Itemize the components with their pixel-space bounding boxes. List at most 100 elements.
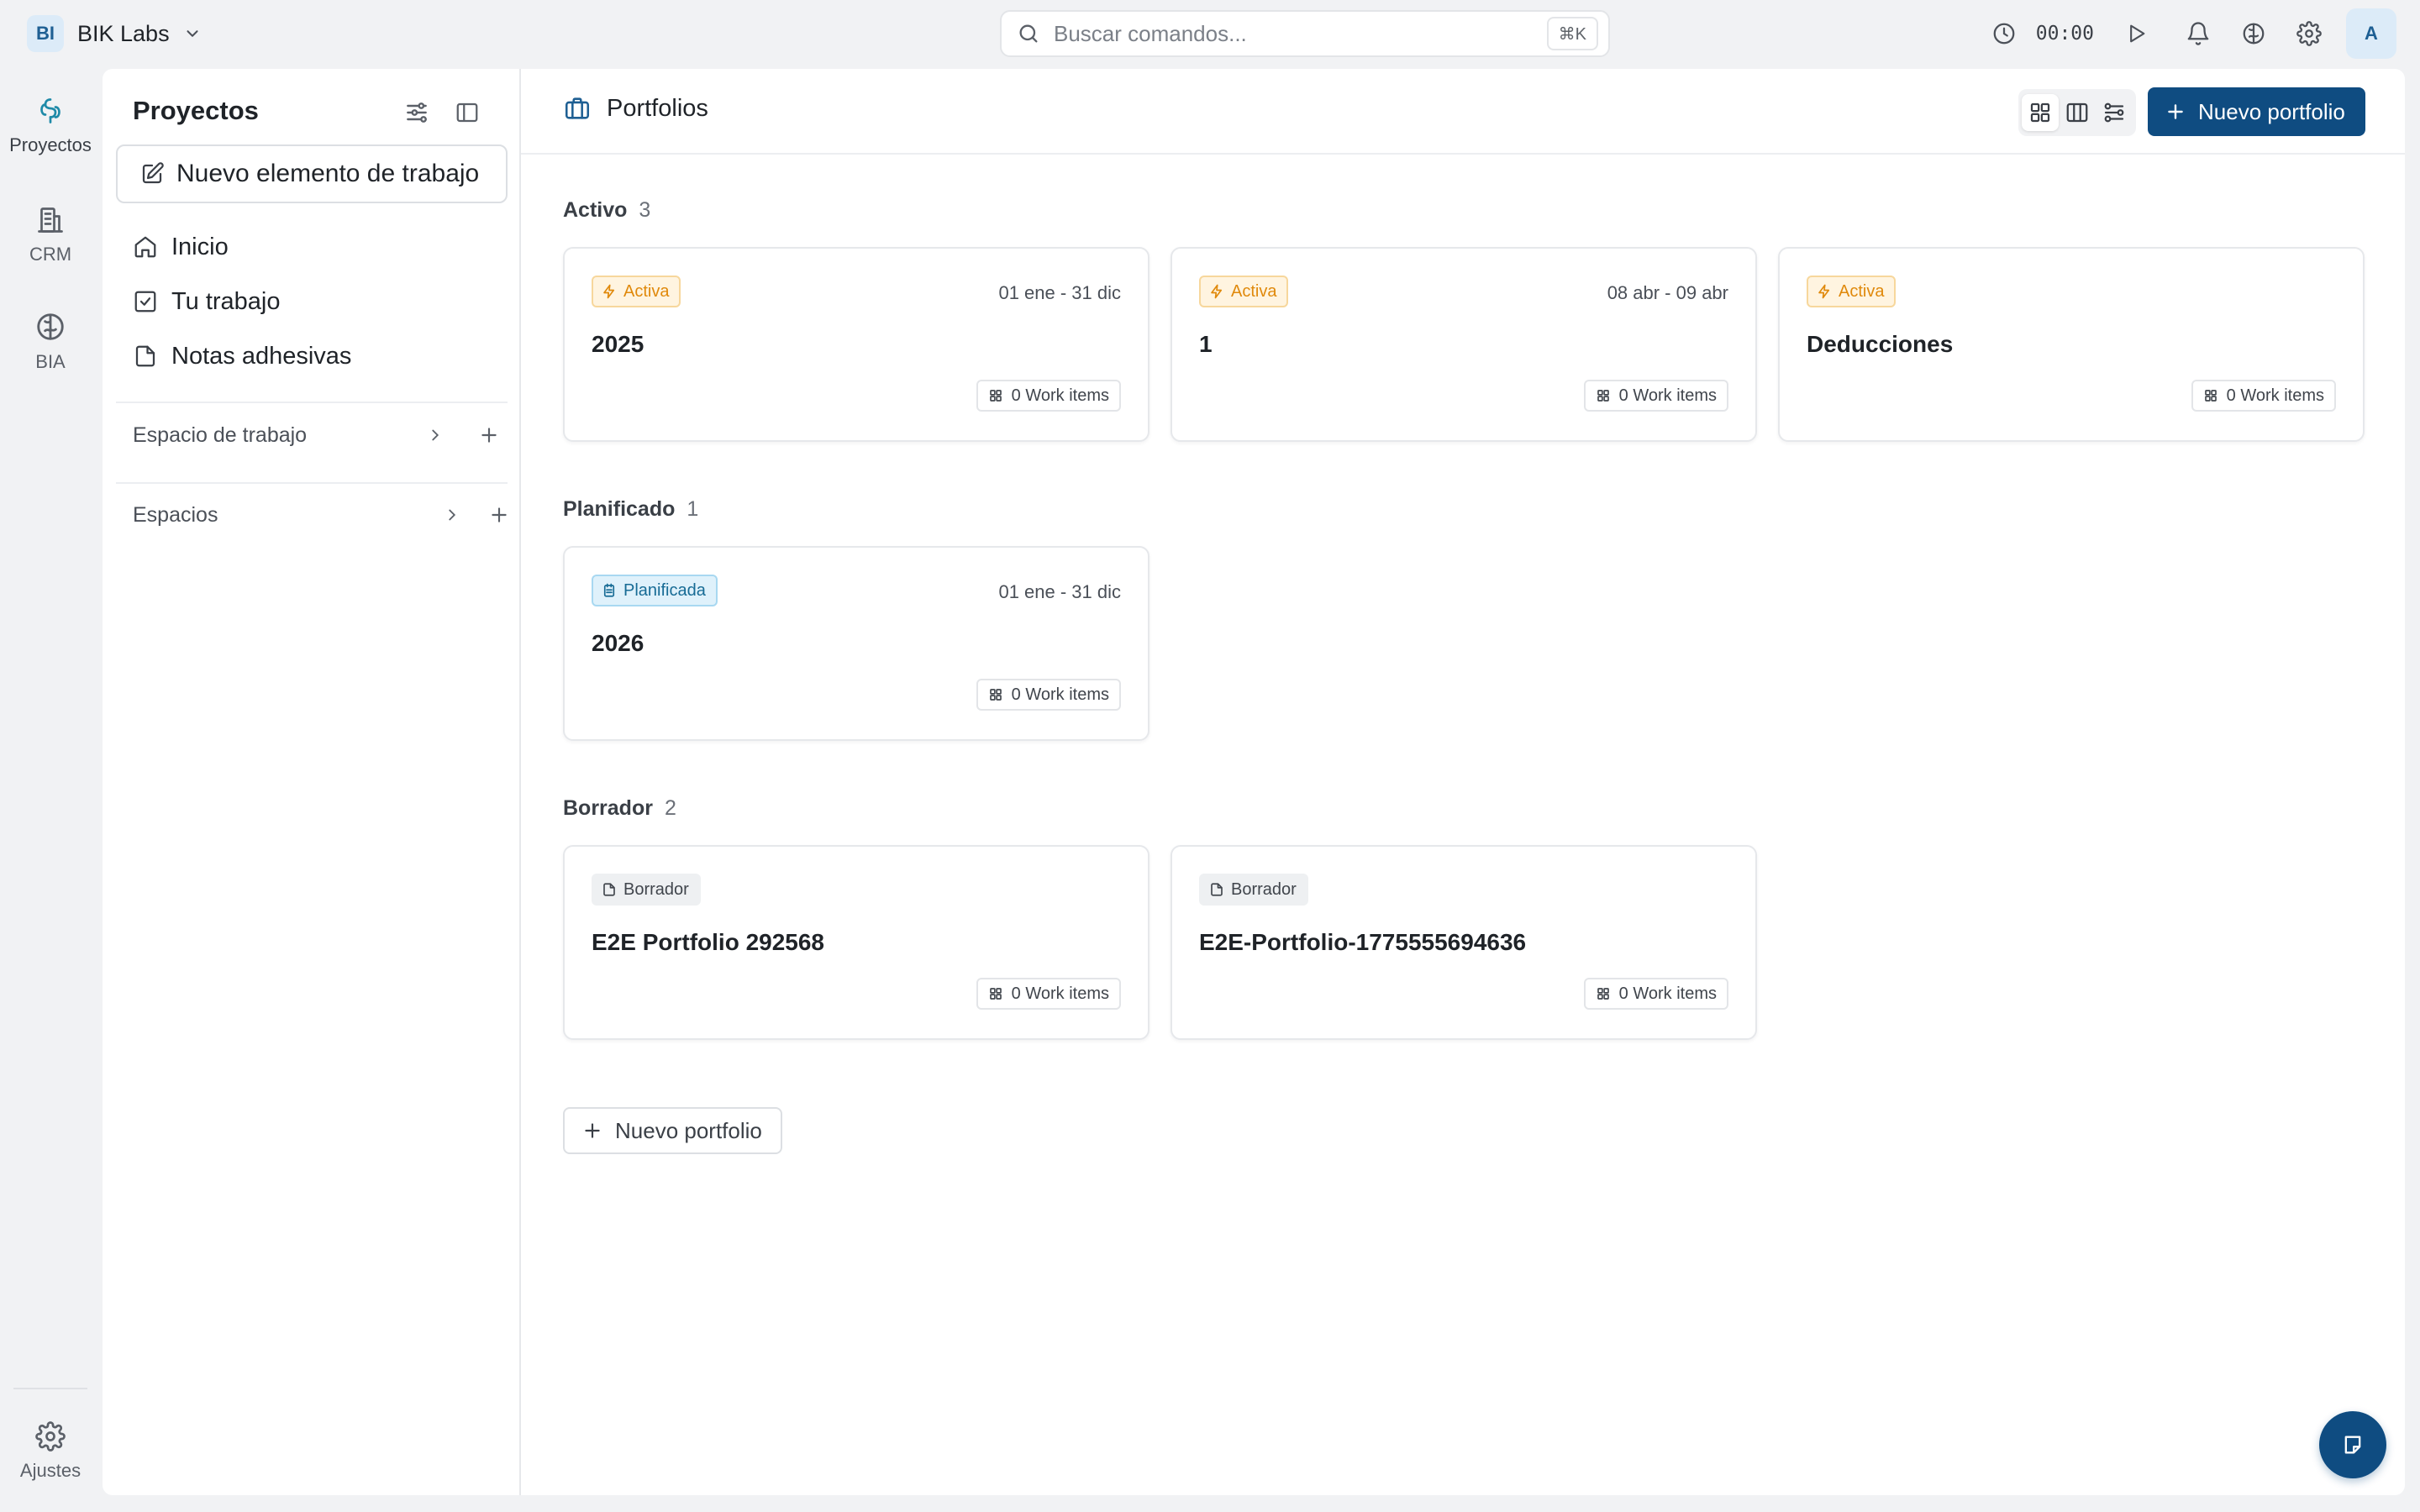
portfolio-title: E2E Portfolio 292568 xyxy=(592,929,825,955)
sidebar-title: Proyectos xyxy=(133,96,259,125)
gear-icon xyxy=(2296,21,2322,46)
sidebar-item-inicio[interactable]: Inicio xyxy=(133,227,229,267)
timer-value: 00:00 xyxy=(2035,23,2094,45)
notifications-button[interactable] xyxy=(2176,12,2220,55)
add-portfolio-button[interactable]: Nuevo portfolio xyxy=(563,1107,782,1154)
workspace-badge: BI xyxy=(27,15,64,52)
rail-item-settings[interactable]: Ajustes xyxy=(0,1421,101,1482)
bell-icon xyxy=(2186,21,2211,46)
top-bar: BI BIK Labs ⌘K 00:00 xyxy=(0,0,2420,67)
building-icon xyxy=(35,205,66,235)
projects-sidebar: Proyectos Nuevo elemento de trabajo Inic… xyxy=(103,69,521,1495)
work-items-label: 0 Work items xyxy=(1011,685,1109,704)
sliders-icon xyxy=(403,99,430,126)
shortcut-hint: ⌘K xyxy=(1546,17,1598,50)
view-switcher xyxy=(2018,89,2136,136)
work-items-count: 0 Work items xyxy=(2191,380,2336,412)
add-space-button[interactable] xyxy=(481,496,518,533)
date-range: 01 ene - 31 dic xyxy=(998,282,1121,303)
page-title-text: Portfolios xyxy=(607,94,708,122)
work-items-count: 0 Work items xyxy=(976,380,1121,412)
date-range: 01 ene - 31 dic xyxy=(998,581,1121,602)
filter-button[interactable] xyxy=(398,94,435,131)
page-header: Portfolios Nuevo portfolio xyxy=(521,69,2405,155)
status-badge: Activa xyxy=(1199,276,1289,307)
expand-section-button[interactable] xyxy=(434,496,471,533)
calendar-icon xyxy=(602,583,617,598)
play-button[interactable] xyxy=(2114,12,2158,55)
section-label[interactable]: Espacio de trabajo xyxy=(133,423,307,448)
work-items-count: 0 Work items xyxy=(976,978,1121,1010)
work-items-count: 0 Work items xyxy=(976,679,1121,711)
status-badge: Borrador xyxy=(1199,874,1308,906)
lightning-icon xyxy=(1817,284,1832,299)
ai-brain-button[interactable] xyxy=(2232,12,2275,55)
status-label: Borrador xyxy=(623,879,689,899)
work-items-label: 0 Work items xyxy=(1011,386,1109,405)
portfolio-card[interactable]: Activa 01 ene - 31 dic 2025 0 Work items xyxy=(563,247,1150,442)
workspace-name: BIK Labs xyxy=(77,20,170,46)
portfolio-card[interactable]: Activa 08 abr - 09 abr 1 0 Work items xyxy=(1171,247,1757,442)
add-workspace-button[interactable] xyxy=(471,417,508,454)
sidebar-item-label: Inicio xyxy=(171,233,229,260)
status-label: Activa xyxy=(1231,281,1277,301)
portfolio-card[interactable]: Activa Deducciones 0 Work items xyxy=(1778,247,2365,442)
rail-item-crm[interactable]: CRM xyxy=(0,205,101,265)
grid-icon xyxy=(2203,388,2218,403)
rail-item-projects[interactable]: Proyectos xyxy=(0,96,101,156)
gear-icon xyxy=(35,1421,66,1452)
grid-icon xyxy=(1596,986,1611,1001)
play-icon xyxy=(2124,22,2148,45)
sidebar-item-notas-adhesivas[interactable]: Notas adhesivas xyxy=(133,336,351,376)
section-label[interactable]: Espacios xyxy=(133,503,218,528)
work-items-count: 0 Work items xyxy=(1583,978,1728,1010)
status-label: Planificada xyxy=(623,580,706,600)
portfolio-card[interactable]: Borrador E2E Portfolio 292568 0 Work ite… xyxy=(563,845,1150,1040)
rail-item-bia[interactable]: BIA xyxy=(0,311,101,373)
command-search[interactable]: ⌘K xyxy=(1000,10,1610,57)
app-rail: Proyectos CRM BIA Ajustes xyxy=(0,67,101,1512)
work-items-label: 0 Work items xyxy=(1011,984,1109,1003)
chevron-right-icon xyxy=(443,506,461,524)
columns-icon xyxy=(2065,100,2090,125)
clock-icon xyxy=(1991,21,2017,46)
new-portfolio-button[interactable]: Nuevo portfolio xyxy=(2148,87,2365,136)
lightning-icon xyxy=(602,284,617,299)
brain-icon xyxy=(34,311,66,343)
sidebar-panel-icon xyxy=(455,100,480,125)
timeline-view-button[interactable] xyxy=(2096,94,2133,131)
timeline-icon xyxy=(2102,100,2127,125)
plus-icon xyxy=(581,1120,603,1142)
group-header-borrador: Borrador 2 xyxy=(563,796,676,821)
portfolio-card[interactable]: Planificada 01 ene - 31 dic 2026 0 Work … xyxy=(563,546,1150,741)
collapse-sidebar-button[interactable] xyxy=(449,94,486,131)
rail-label: CRM xyxy=(29,244,72,265)
group-name: Activo xyxy=(563,198,628,222)
grid-icon xyxy=(988,986,1003,1001)
board-view-button[interactable] xyxy=(2059,94,2096,131)
work-items-label: 0 Work items xyxy=(1618,984,1717,1003)
home-icon xyxy=(133,234,158,260)
clock-button[interactable] xyxy=(1982,12,2026,55)
portfolio-title: E2E-Portfolio-1775555694636 xyxy=(1199,929,1527,955)
grid-view-button[interactable] xyxy=(2022,94,2059,131)
settings-button[interactable] xyxy=(2287,12,2331,55)
grid-icon xyxy=(1596,388,1611,403)
search-input[interactable] xyxy=(1054,20,1547,47)
status-label: Borrador xyxy=(1231,879,1297,899)
user-avatar[interactable]: A xyxy=(2346,8,2396,59)
portfolio-card[interactable]: Borrador E2E-Portfolio-1775555694636 0 W… xyxy=(1171,845,1757,1040)
expand-section-button[interactable] xyxy=(417,417,454,454)
rail-label: BIA xyxy=(35,351,66,372)
status-badge: Borrador xyxy=(592,874,701,906)
plus-icon xyxy=(478,424,500,446)
add-portfolio-label: Nuevo portfolio xyxy=(615,1117,762,1143)
sticky-note-fab[interactable] xyxy=(2319,1411,2386,1478)
workspace-switcher[interactable]: BI BIK Labs xyxy=(27,15,202,52)
top-actions: 00:00 A xyxy=(1982,8,2396,59)
brain-icon xyxy=(2241,21,2266,46)
status-label: Activa xyxy=(623,281,670,301)
new-work-item-button[interactable]: Nuevo elemento de trabajo xyxy=(116,144,508,203)
sidebar-item-tu-trabajo[interactable]: Tu trabajo xyxy=(133,281,281,322)
edit-icon xyxy=(139,161,165,186)
